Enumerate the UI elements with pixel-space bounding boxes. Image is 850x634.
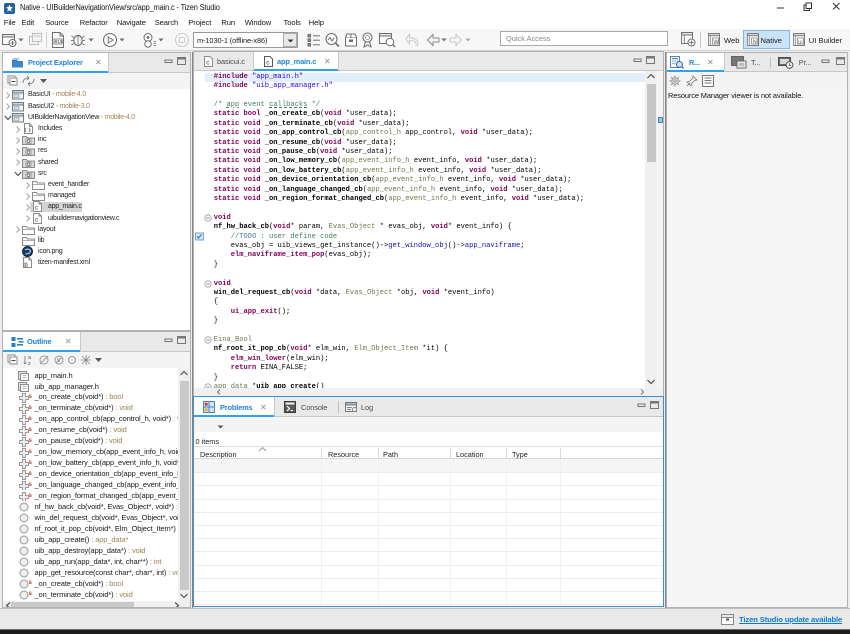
svg-text:N: N xyxy=(753,39,757,45)
svg-text:z: z xyxy=(28,361,31,366)
svg-text:010: 010 xyxy=(55,39,63,45)
svg-text:s: s xyxy=(57,358,60,364)
svg-text:W: W xyxy=(713,39,719,45)
svg-text:UI: UI xyxy=(798,39,803,44)
